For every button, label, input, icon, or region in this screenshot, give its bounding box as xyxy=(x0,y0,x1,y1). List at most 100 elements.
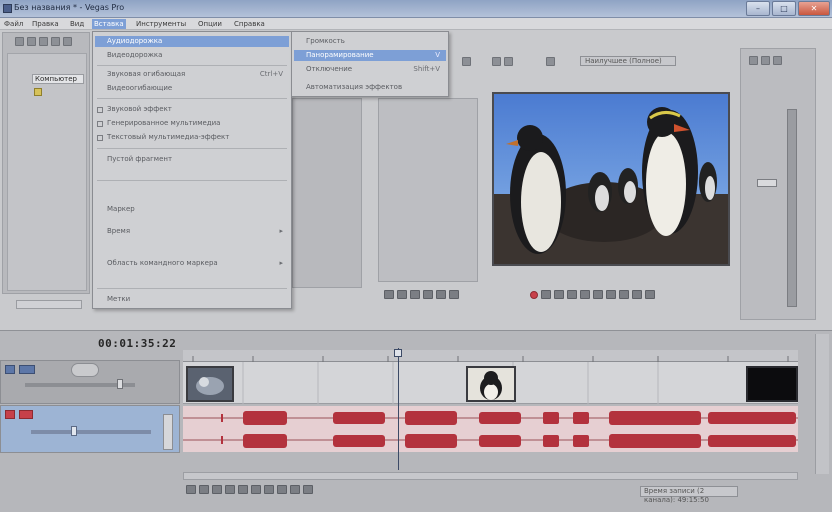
trimmer-in-button[interactable] xyxy=(423,290,433,299)
insert-menu: Аудиодорожка Видеодорожка Звуковая огиба… xyxy=(92,31,292,309)
trimmer-stop-button[interactable] xyxy=(397,290,407,299)
insert-menu-item[interactable]: Видеодорожка xyxy=(95,50,289,61)
menu-separator xyxy=(97,148,287,149)
submenu-arrow-icon: ▸ xyxy=(279,227,283,235)
menu-help[interactable]: Справка xyxy=(232,19,267,29)
volume-slider[interactable] xyxy=(31,430,151,434)
submenu-item-label: Панорамирование xyxy=(306,51,374,59)
master-fx-icon[interactable] xyxy=(749,55,758,65)
menu-insert[interactable]: Вставка xyxy=(92,19,126,29)
pause-button[interactable] xyxy=(580,290,590,299)
record-button[interactable] xyxy=(530,290,538,299)
trimmer-panel xyxy=(292,98,362,288)
master-toolbar xyxy=(749,55,782,65)
stop-button[interactable] xyxy=(593,290,603,299)
submenu-item[interactable]: Громкость xyxy=(294,36,446,47)
loop-button[interactable] xyxy=(541,290,551,299)
explorer-panel: Компьютер xyxy=(2,32,90,309)
timeline-vertical-scrollbar[interactable] xyxy=(815,334,829,474)
insert-menu-item[interactable]: Генерированное мультимедиа xyxy=(95,118,289,129)
timeline-start-button[interactable] xyxy=(264,485,274,494)
back-icon[interactable] xyxy=(15,36,24,46)
timeline-ruler[interactable] xyxy=(183,350,798,362)
submenu-item[interactable]: Отключение Shift+V xyxy=(294,64,446,75)
timeline-stop-button[interactable] xyxy=(251,485,261,494)
audio-track[interactable] xyxy=(183,406,798,452)
play-from-start-button[interactable] xyxy=(554,290,564,299)
slider-thumb[interactable] xyxy=(71,426,77,436)
refresh-icon[interactable] xyxy=(51,36,60,46)
timeline-timecode: 00:01:35:22 xyxy=(98,337,177,350)
envelope-submenu: Громкость Панорамирование V Отключение Shi… xyxy=(291,31,449,97)
audio-waveform xyxy=(183,411,798,448)
insert-menu-item[interactable]: Текстовый мультимедиа-эффект xyxy=(95,132,289,143)
master-solo-icon[interactable] xyxy=(773,55,782,65)
submenu-item[interactable]: Панорамирование V xyxy=(294,50,446,61)
insert-menu-item[interactable]: Область командного маркера ▸ xyxy=(95,258,289,269)
video-track-header[interactable] xyxy=(0,360,180,404)
preview-settings-icon[interactable] xyxy=(462,56,471,66)
go-to-start-button[interactable] xyxy=(606,290,616,299)
timeline-horizontal-scrollbar[interactable] xyxy=(183,472,798,480)
insert-menu-item[interactable]: Метки xyxy=(95,294,289,305)
menu-edit[interactable]: Правка xyxy=(30,19,61,29)
up-folder-icon[interactable] xyxy=(39,36,48,46)
timeline-prev-frame-button[interactable] xyxy=(290,485,300,494)
menu-tools[interactable]: Инструменты xyxy=(134,19,188,29)
preview-quality-select[interactable]: Наилучшее (Полное) xyxy=(580,56,676,66)
master-mute-icon[interactable] xyxy=(761,55,770,65)
close-button[interactable]: ✕ xyxy=(798,1,830,16)
timeline-loop-button[interactable] xyxy=(199,485,209,494)
overlay-icon[interactable] xyxy=(504,56,513,66)
timeline-end-button[interactable] xyxy=(277,485,287,494)
trimmer-play-button[interactable] xyxy=(384,290,394,299)
insert-menu-item[interactable]: Время ▸ xyxy=(95,226,289,237)
copy-snapshot-icon[interactable] xyxy=(546,56,555,66)
timeline-next-frame-button[interactable] xyxy=(303,485,313,494)
play-button[interactable] xyxy=(567,290,577,299)
playhead-handle[interactable] xyxy=(394,349,402,357)
clip-thumbnail-image xyxy=(468,368,514,400)
timeline-cursor[interactable] xyxy=(398,348,399,470)
master-fader[interactable] xyxy=(757,179,777,187)
go-to-end-button[interactable] xyxy=(619,290,629,299)
timeline-record-button[interactable] xyxy=(186,485,196,494)
menu-separator xyxy=(97,65,287,66)
menu-view[interactable]: Вид xyxy=(68,19,86,29)
trimmer-out-button[interactable] xyxy=(436,290,446,299)
submenu-item[interactable]: Автоматизация эффектов xyxy=(294,82,446,93)
next-frame-button[interactable] xyxy=(645,290,655,299)
preview-toolbar xyxy=(462,56,555,66)
video-clip-thumbnail[interactable] xyxy=(746,366,798,402)
menu-options[interactable]: Опции xyxy=(196,19,224,29)
insert-menu-item[interactable]: Пустой фрагмент xyxy=(95,154,289,165)
minimize-button[interactable]: – xyxy=(746,1,770,16)
delete-icon[interactable] xyxy=(63,36,72,46)
explorer-scrollbar[interactable] xyxy=(16,300,82,309)
insert-menu-item[interactable]: Звуковой эффект xyxy=(95,104,289,115)
insert-menu-item[interactable]: Маркер xyxy=(95,204,289,215)
tree-item-computer[interactable]: Компьютер xyxy=(32,74,84,84)
motion-icon[interactable] xyxy=(71,363,99,377)
menu-file[interactable]: Файл xyxy=(2,19,25,29)
video-clip-thumbnail[interactable] xyxy=(466,366,516,402)
forward-icon[interactable] xyxy=(27,36,36,46)
video-clip-thumbnail[interactable] xyxy=(186,366,234,402)
prev-frame-button[interactable] xyxy=(632,290,642,299)
insert-menu-item-label: Видеоогибающие xyxy=(107,84,173,92)
timeline-pause-button[interactable] xyxy=(238,485,248,494)
trimmer-loop-button[interactable] xyxy=(410,290,420,299)
video-track-icon xyxy=(19,365,35,374)
trimmer-add-button[interactable] xyxy=(449,290,459,299)
insert-menu-item[interactable]: Звуковая огибающая Ctrl+V xyxy=(95,69,289,80)
split-screen-icon[interactable] xyxy=(492,56,501,66)
maximize-button[interactable]: □ xyxy=(772,1,796,16)
audio-track-header[interactable] xyxy=(0,405,180,453)
insert-menu-item[interactable]: Аудиодорожка xyxy=(95,36,289,47)
explorer-tree: Компьютер xyxy=(7,53,87,309)
record-time-text: Время записи (2 канала): 49:15:50 xyxy=(644,487,709,504)
timeline-play-start-button[interactable] xyxy=(212,485,222,494)
insert-menu-item[interactable]: Видеоогибающие xyxy=(95,83,289,94)
slider-thumb[interactable] xyxy=(117,379,123,389)
timeline-play-button[interactable] xyxy=(225,485,235,494)
